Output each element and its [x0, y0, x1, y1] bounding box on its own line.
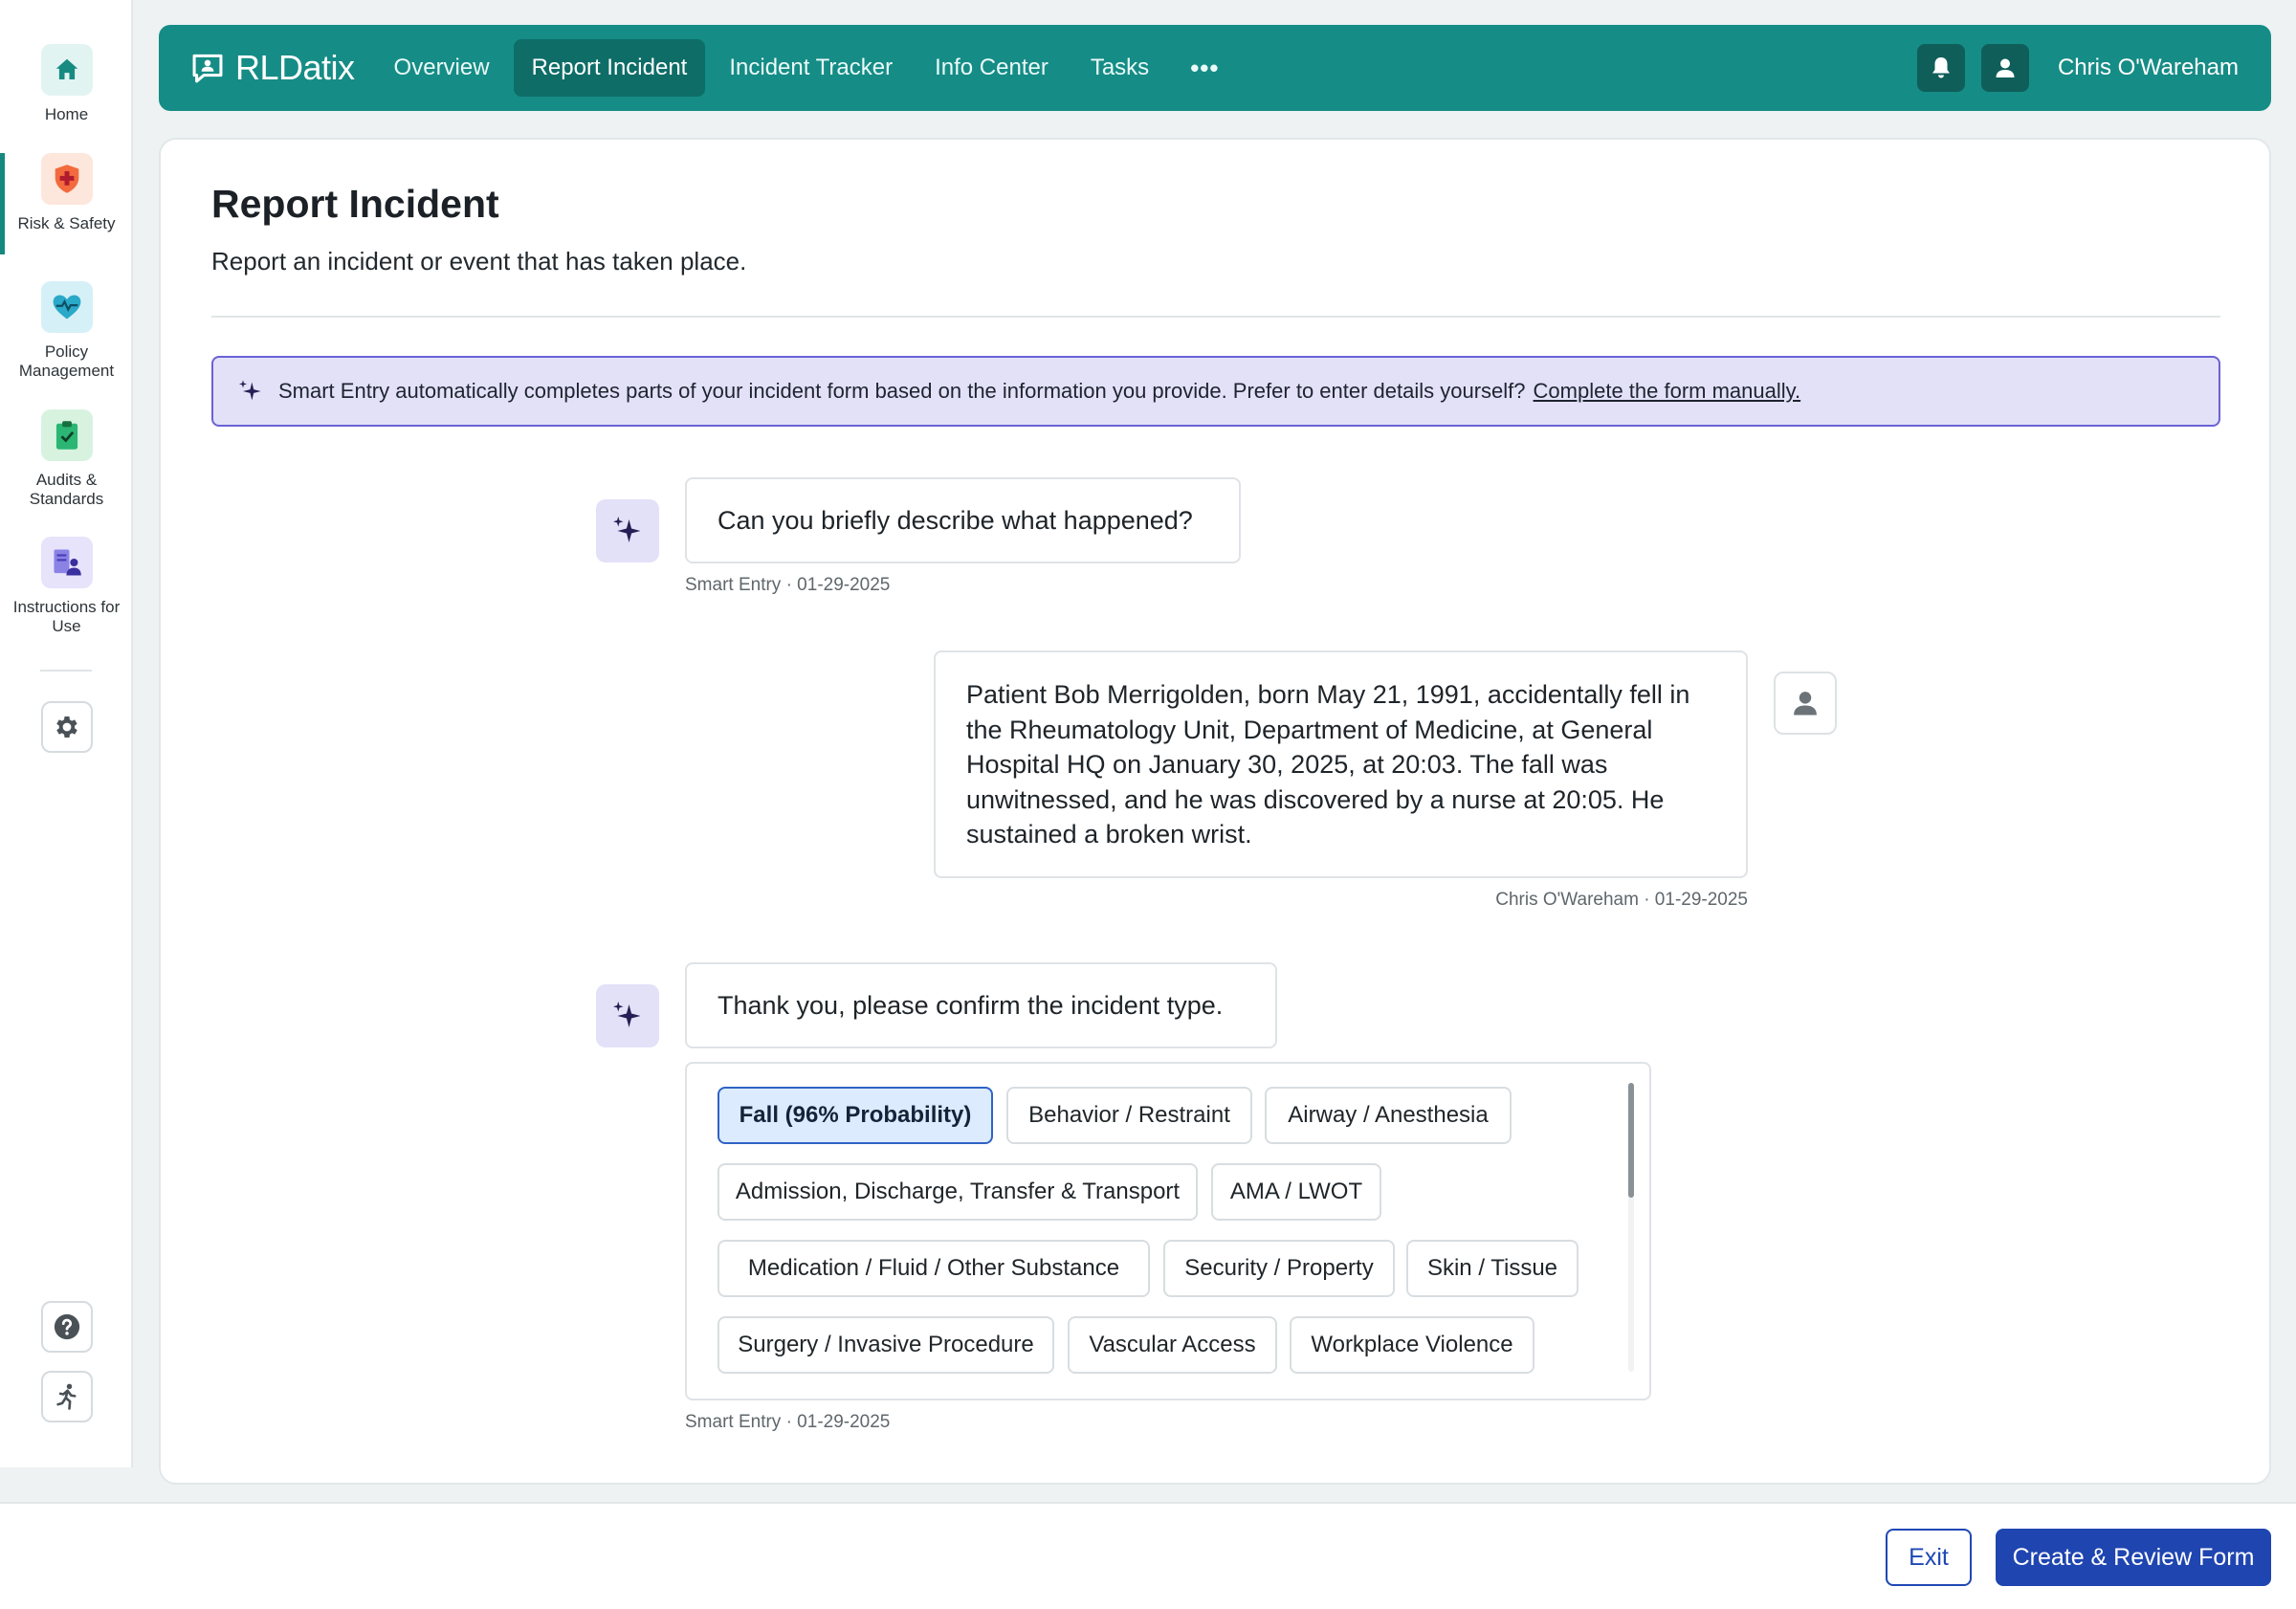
incident-type-chip[interactable]: Vascular Access [1068, 1316, 1277, 1374]
rail-item-audits-standards[interactable]: Audits & Standards [0, 409, 133, 509]
rail-item-instructions[interactable]: Instructions for Use [0, 537, 133, 636]
banner-text: Smart Entry automatically completes part… [278, 379, 1526, 403]
incident-type-chip[interactable]: Security / Property [1163, 1240, 1395, 1297]
gear-icon [53, 713, 81, 741]
settings-button[interactable] [41, 701, 93, 753]
nav-right-group: Chris O'Wareham [1901, 44, 2239, 92]
rail-item-policy-management[interactable]: Policy Management [0, 281, 133, 381]
rail-item-risk-safety[interactable]: Risk & Safety [0, 153, 133, 233]
page-title: Report Incident [211, 182, 499, 226]
running-person-icon [53, 1382, 81, 1411]
nav-tasks[interactable]: Tasks [1072, 39, 1167, 97]
title-divider [211, 316, 2220, 318]
app-logo[interactable]: RLDatix [189, 48, 355, 88]
user-message-text: Patient Bob Merrigolden, born May 21, 19… [966, 680, 1690, 849]
nav-info-center[interactable]: Info Center [916, 39, 1067, 97]
bot-message: Thank you, please confirm the incident t… [685, 962, 1277, 1048]
logo-icon [189, 52, 226, 84]
incident-type-chip[interactable]: Fall (96% Probability) [718, 1087, 993, 1144]
help-button[interactable] [41, 1301, 93, 1353]
bot-message-text: Can you briefly describe what happened? [718, 505, 1193, 535]
rail-item-label: Home [44, 105, 89, 123]
bell-icon [1930, 55, 1953, 80]
scrollbar-thumb[interactable] [1628, 1083, 1634, 1198]
complete-manually-link[interactable]: Complete the form manually. [1534, 379, 1801, 404]
user-icon [1994, 56, 2017, 79]
incident-type-chip[interactable]: AMA / LWOT [1211, 1163, 1381, 1221]
help-icon [53, 1312, 81, 1341]
sparkle-icon [610, 999, 645, 1033]
left-rail: Home Risk & Safety Policy Management Aud… [0, 0, 133, 1467]
heart-pulse-icon [40, 281, 93, 333]
incident-type-chip[interactable]: Airway / Anesthesia [1265, 1087, 1512, 1144]
incident-type-chip[interactable]: Skin / Tissue [1406, 1240, 1578, 1297]
bot-message-text: Thank you, please confirm the incident t… [718, 990, 1224, 1020]
home-icon [40, 44, 93, 96]
rail-item-label: Audits & Standards [29, 471, 104, 508]
exit-button[interactable]: Exit [1886, 1529, 1972, 1586]
smart-entry-avatar [596, 499, 659, 562]
incident-type-chip[interactable]: Behavior / Restraint [1006, 1087, 1252, 1144]
user-name[interactable]: Chris O'Wareham [2058, 55, 2239, 81]
rail-item-home[interactable]: Home [0, 44, 133, 124]
options-scrollbar[interactable] [1628, 1083, 1634, 1372]
create-review-form-button[interactable]: Create & Review Form [1996, 1529, 2271, 1586]
nav-incident-tracker[interactable]: Incident Tracker [711, 39, 911, 97]
nav-report-incident[interactable]: Report Incident [513, 39, 706, 97]
sparkle-icon [236, 378, 263, 405]
activity-button[interactable] [41, 1371, 93, 1422]
incident-type-chip[interactable]: Medication / Fluid / Other Substance [718, 1240, 1150, 1297]
page-subtitle: Report an incident or event that has tak… [211, 247, 747, 276]
logo-text: RLDatix [235, 48, 355, 87]
message-meta: Chris O'Wareham · 01-29-2025 [1495, 890, 1748, 910]
message-meta: Smart Entry · 01-29-2025 [685, 575, 891, 595]
smart-entry-avatar [596, 984, 659, 1047]
user-avatar [1774, 672, 1837, 735]
shield-plus-icon [40, 153, 93, 205]
user-message: Patient Bob Merrigolden, born May 21, 19… [934, 650, 1748, 878]
nav-overview[interactable]: Overview [376, 39, 508, 97]
user-icon [1791, 689, 1820, 717]
incident-type-chip[interactable]: Surgery / Invasive Procedure [718, 1316, 1054, 1374]
rail-item-label: Risk & Safety [17, 214, 116, 232]
nav-more-button[interactable]: ••• [1173, 39, 1236, 97]
sparkle-icon [610, 514, 645, 548]
incident-type-options: Fall (96% Probability) Behavior / Restra… [685, 1062, 1651, 1400]
main-card: Report Incident Report an incident or ev… [159, 138, 2271, 1485]
profile-button[interactable] [1980, 44, 2029, 92]
smart-entry-banner: Smart Entry automatically completes part… [211, 356, 2220, 427]
clipboard-check-icon [40, 409, 93, 461]
footer-bar: Exit Create & Review Form [0, 1502, 2296, 1609]
top-navigation: RLDatix Overview Report Incident Inciden… [159, 25, 2271, 111]
incident-type-chip[interactable]: Admission, Discharge, Transfer & Transpo… [718, 1163, 1198, 1221]
bot-message: Can you briefly describe what happened? [685, 477, 1241, 563]
rail-item-label: Instructions for Use [12, 598, 121, 635]
rail-divider [40, 670, 92, 672]
message-meta: Smart Entry · 01-29-2025 [685, 1412, 891, 1432]
document-person-icon [40, 537, 93, 588]
rail-item-label: Policy Management [18, 342, 115, 380]
notifications-button[interactable] [1916, 44, 1965, 92]
incident-type-chip[interactable]: Workplace Violence [1290, 1316, 1534, 1374]
